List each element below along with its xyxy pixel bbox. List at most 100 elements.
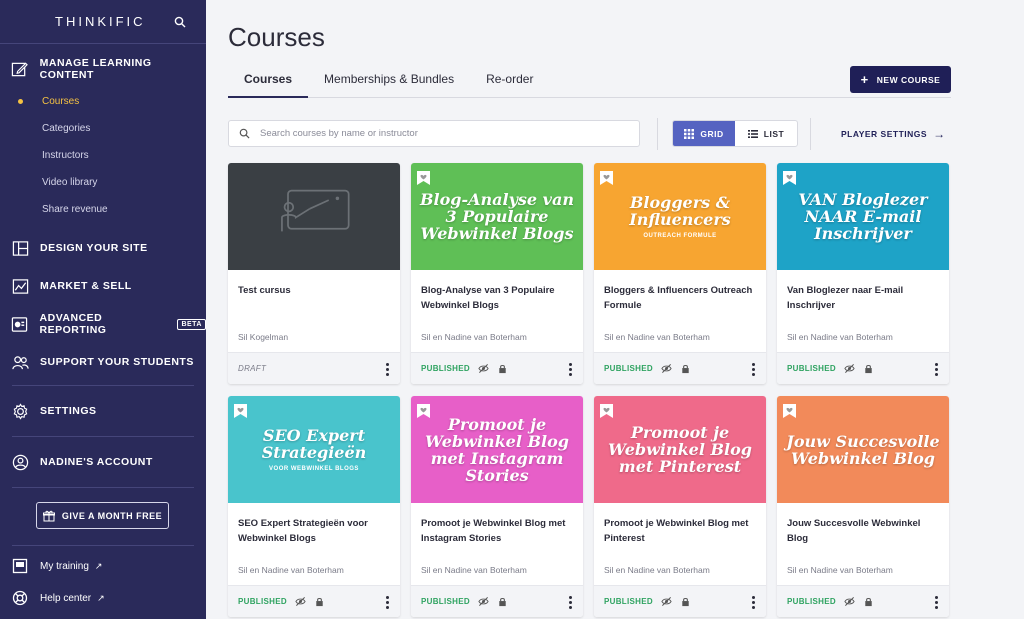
nav-label: DESIGN YOUR SITE — [40, 242, 148, 254]
status-badge: PUBLISHED — [787, 364, 836, 373]
page-title: Courses — [228, 22, 325, 52]
status-badge: PUBLISHED — [238, 597, 287, 606]
bookmark-heart-icon — [783, 404, 796, 418]
more-options-icon[interactable] — [569, 363, 573, 376]
lock-icon — [680, 363, 691, 374]
card-body: Van Bloglezer naar E-mail Inschrijver Sil… — [777, 270, 949, 352]
course-title: SEO Expert Strategieën voor Webwinkel Bl… — [238, 518, 368, 544]
card-body: SEO Expert Strategieën voor Webwinkel Bl… — [228, 503, 400, 585]
status-badge: PUBLISHED — [421, 597, 470, 606]
grid-view-button[interactable]: GRID — [673, 121, 735, 146]
search-icon[interactable] — [174, 16, 186, 28]
tab-re-order[interactable]: Re-order — [470, 62, 549, 98]
nav-account[interactable]: NADINE'S ACCOUNT — [0, 441, 206, 483]
subnav-categories[interactable]: Categories — [0, 115, 206, 142]
course-thumbnail: Jouw Succesvolle Webwinkel Blog — [777, 396, 949, 503]
course-card[interactable]: Test cursus Sil Kogelman DRAFT — [228, 163, 400, 384]
my-training-link[interactable]: My training ↗ — [0, 550, 206, 582]
card-footer: PUBLISHED — [228, 585, 400, 617]
subnav-courses[interactable]: Courses — [0, 88, 206, 115]
tab-bar: Courses Memberships & Bundles Re-order — [228, 62, 951, 98]
status-badge: PUBLISHED — [604, 364, 653, 373]
hidden-eye-icon — [478, 596, 489, 607]
brand-logo[interactable]: THINKIFIC — [55, 14, 146, 29]
nav-manage-learning-content[interactable]: MANAGE LEARNING CONTENT — [0, 50, 206, 88]
player-settings-link[interactable]: PLAYER SETTINGS → — [841, 127, 946, 141]
hidden-eye-icon — [661, 363, 672, 374]
thumbnail-title: Promoot je Webwinkel Blog met Pinterest — [608, 423, 752, 476]
gift-label: GIVE A MONTH FREE — [61, 510, 163, 521]
give-a-month-free-button[interactable]: GIVE A MONTH FREE — [36, 502, 169, 529]
external-link-icon: ↗ — [94, 560, 103, 571]
search-input[interactable] — [260, 128, 630, 139]
course-thumbnail: Promoot je Webwinkel Blog met Instagram … — [411, 396, 583, 503]
thumbnail-title: SEO Expert Strategieën — [261, 426, 367, 462]
nav-label: MARKET & SELL — [40, 280, 132, 292]
more-options-icon[interactable] — [752, 363, 756, 376]
card-body: Jouw Succesvolle Webwinkel Blog Sil en Na… — [777, 503, 949, 585]
course-author: Sil Kogelman — [238, 332, 289, 342]
search-bar — [228, 120, 640, 147]
my-training-label: My training — [40, 560, 89, 572]
nav-support-your-students[interactable]: SUPPORT YOUR STUDENTS — [0, 343, 206, 381]
users-icon — [10, 352, 30, 372]
layout-icon — [10, 238, 30, 258]
bookmark-heart-icon — [417, 404, 430, 418]
course-card[interactable]: Jouw Succesvolle Webwinkel Blog Jouw Succ… — [777, 396, 949, 617]
gear-icon — [10, 401, 30, 421]
nav-settings[interactable]: SETTINGS — [0, 390, 206, 432]
subnav-instructors[interactable]: Instructors — [0, 142, 206, 169]
status-badge: DRAFT — [238, 364, 267, 373]
nav-market-and-sell[interactable]: MARKET & SELL — [0, 267, 206, 305]
edit-icon — [10, 59, 30, 79]
thumbnail-title: Jouw Succesvolle Webwinkel Blog — [786, 431, 940, 468]
nav-advanced-reporting[interactable]: ADVANCED REPORTING BETA — [0, 305, 206, 343]
course-card[interactable]: VAN Bloglezer NAAR E-mail Inschrijver Van… — [777, 163, 949, 384]
tab-memberships-bundles[interactable]: Memberships & Bundles — [308, 62, 470, 98]
course-author: Sil en Nadine van Boterham — [787, 332, 893, 342]
course-author: Sil en Nadine van Boterham — [604, 565, 710, 575]
grid-icon — [684, 128, 695, 139]
more-options-icon[interactable] — [935, 596, 939, 609]
subnav-share-revenue[interactable]: Share revenue — [0, 196, 206, 223]
divider — [12, 545, 194, 546]
card-footer: PUBLISHED — [777, 585, 949, 617]
nav-design-your-site[interactable]: DESIGN YOUR SITE — [0, 229, 206, 267]
card-footer: PUBLISHED — [411, 585, 583, 617]
list-label: LIST — [763, 128, 785, 139]
course-card[interactable]: Promoot je Webwinkel Blog met Pinterest P… — [594, 396, 766, 617]
course-card[interactable]: Bloggers & Influencers OUTREACH FORMULE Bl… — [594, 163, 766, 384]
card-footer: PUBLISHED — [411, 352, 583, 384]
course-title: Promoot je Webwinkel Blog met Instagram … — [421, 518, 566, 544]
more-options-icon[interactable] — [935, 363, 939, 376]
plus-icon: + — [860, 72, 869, 87]
course-card[interactable]: Blog-Analyse van 3 Populaire Webwinkel B… — [411, 163, 583, 384]
main-content: Courses Courses Memberships & Bundles Re… — [206, 0, 1024, 619]
card-footer: DRAFT — [228, 352, 400, 384]
bookmark-heart-icon — [783, 171, 796, 185]
hidden-eye-icon — [844, 363, 855, 374]
more-options-icon[interactable] — [386, 596, 390, 609]
tab-courses[interactable]: Courses — [228, 62, 309, 98]
search-icon — [239, 128, 250, 139]
more-options-icon[interactable] — [752, 596, 756, 609]
subnav-video-library[interactable]: Video library — [0, 169, 206, 196]
training-icon — [10, 556, 30, 576]
new-course-button[interactable]: + NEW COURSE — [850, 66, 951, 93]
card-footer: PUBLISHED — [594, 585, 766, 617]
bookmark-heart-icon — [417, 171, 430, 185]
help-center-link[interactable]: Help center ↗ — [0, 582, 206, 614]
more-options-icon[interactable] — [569, 596, 573, 609]
thumbnail-title: VAN Bloglezer NAAR E-mail Inschrijver — [798, 190, 928, 243]
course-author: Sil en Nadine van Boterham — [787, 565, 893, 575]
course-thumbnail: Bloggers & Influencers OUTREACH FORMULE — [594, 163, 766, 270]
thumbnail-title: Promoot je Webwinkel Blog met Instagram … — [425, 414, 569, 485]
list-view-button[interactable]: LIST — [735, 121, 797, 146]
thumbnail-subtitle: OUTREACH FORMULE — [643, 233, 717, 239]
course-title: Blog-Analyse van 3 Populaire Webwinkel B… — [421, 285, 555, 311]
lock-icon — [497, 596, 508, 607]
nav-label: MANAGE LEARNING CONTENT — [39, 57, 152, 81]
more-options-icon[interactable] — [386, 363, 390, 376]
course-card[interactable]: SEO Expert Strategieën VOOR WEBWINKEL BLO… — [228, 396, 400, 617]
course-card[interactable]: Promoot je Webwinkel Blog met Instagram … — [411, 396, 583, 617]
